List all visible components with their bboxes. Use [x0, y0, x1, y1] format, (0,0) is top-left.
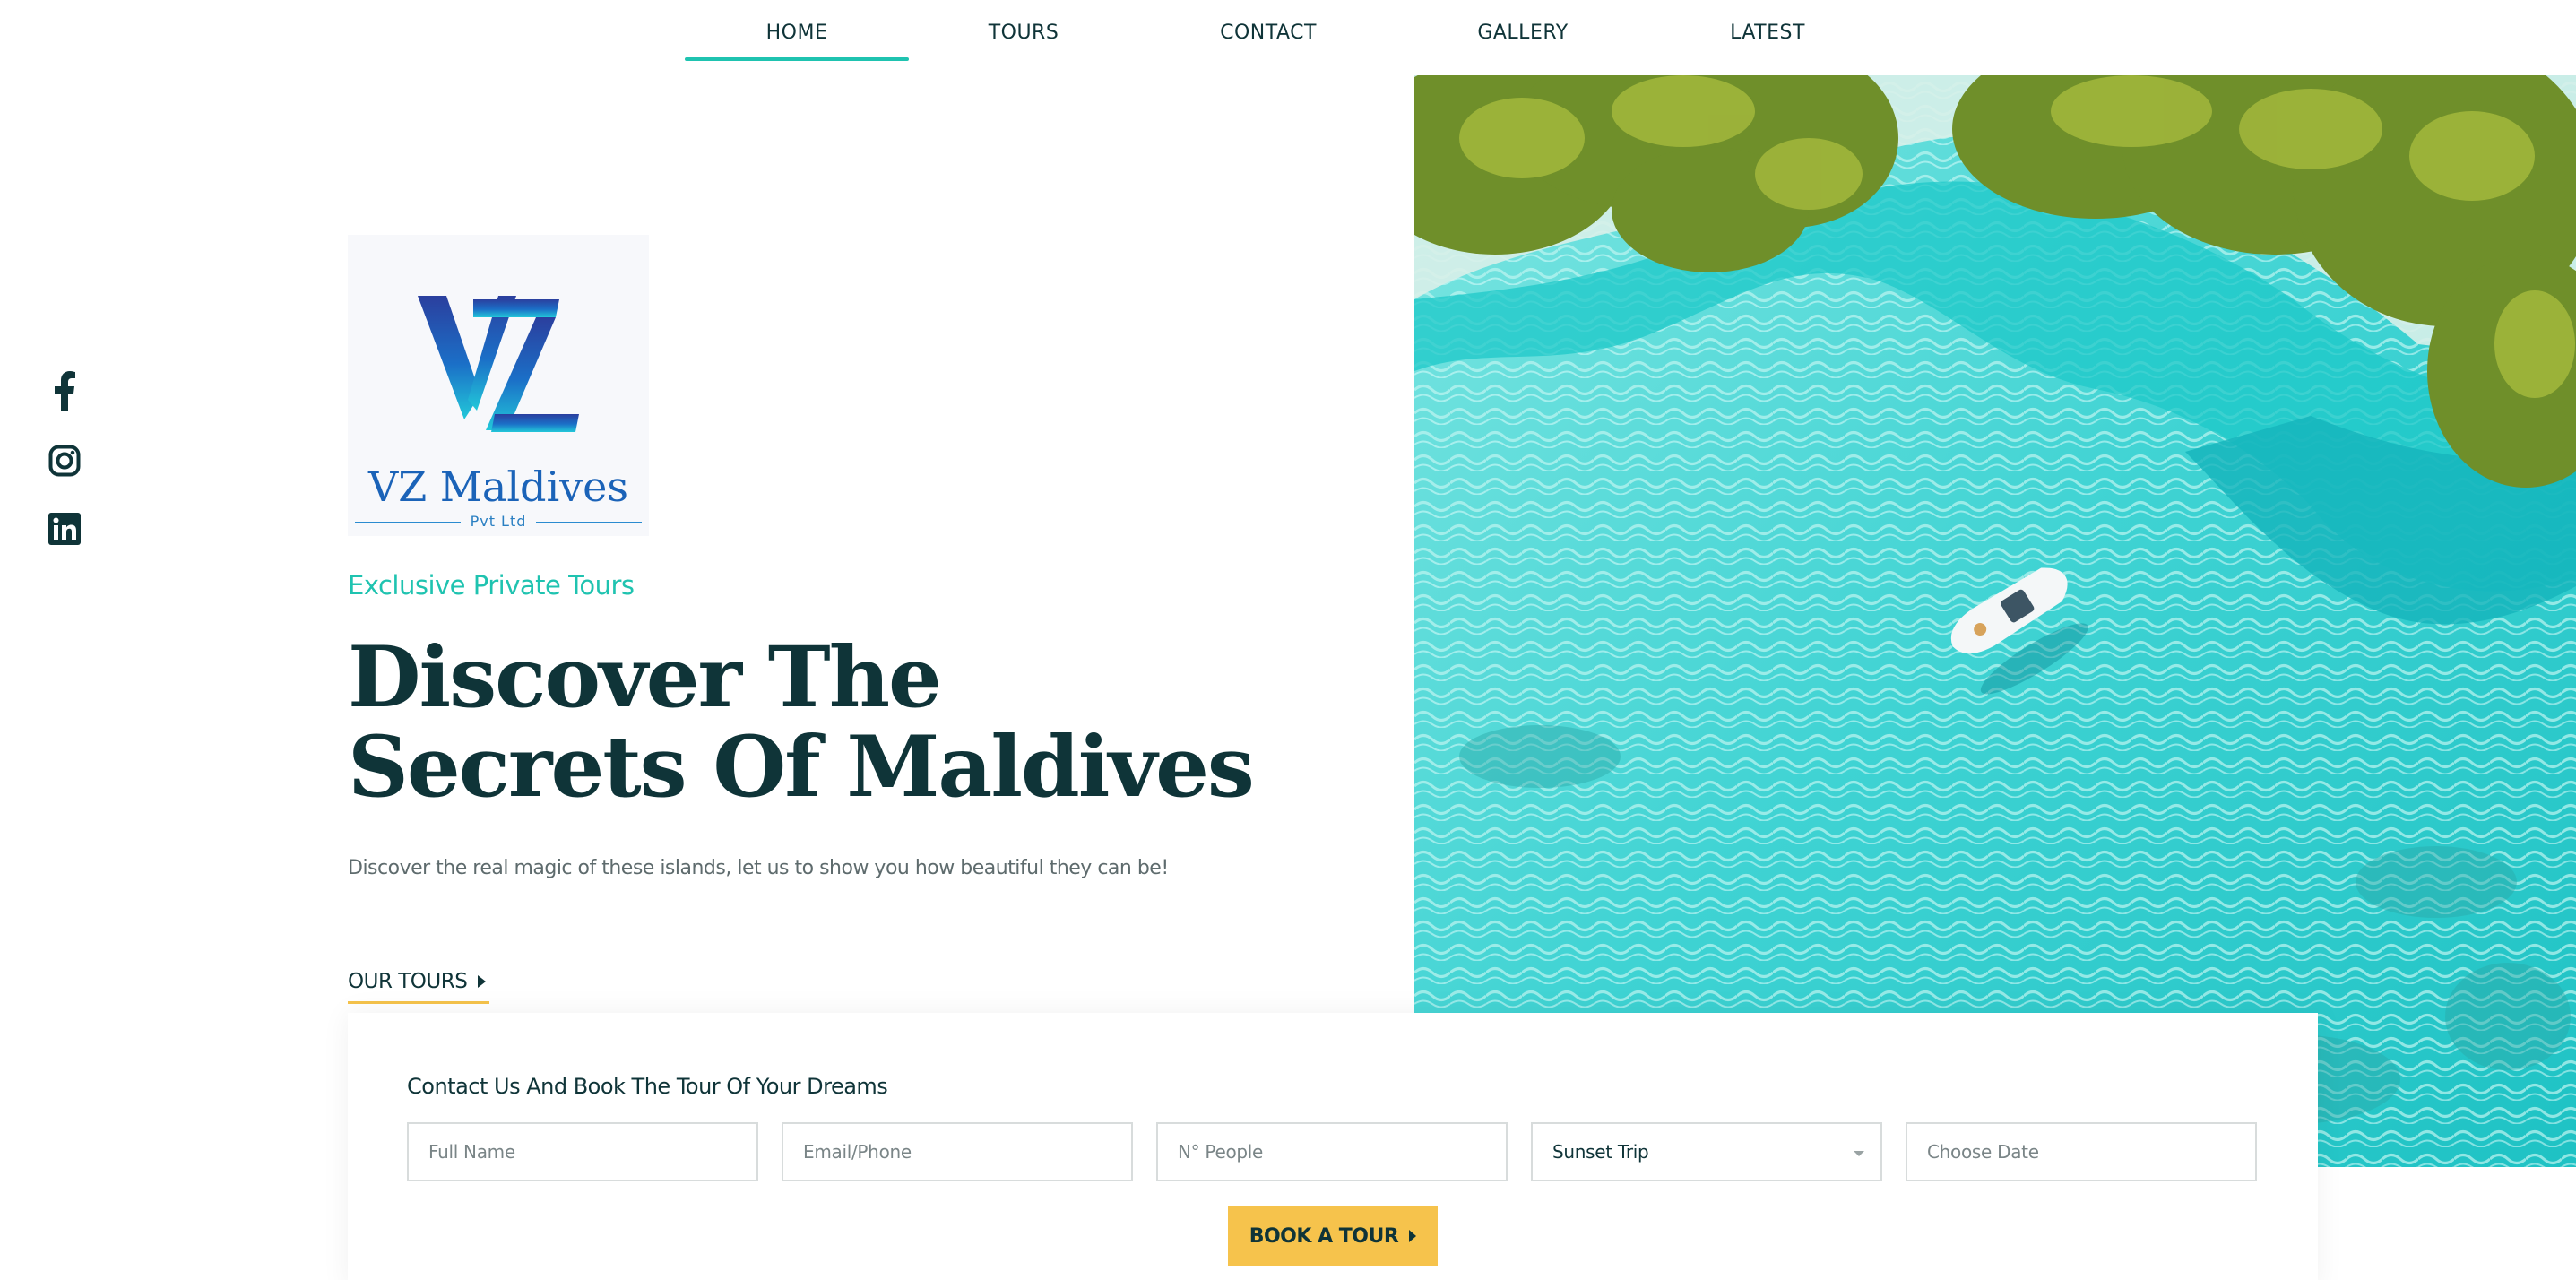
facebook-icon[interactable]	[45, 371, 84, 411]
book-tour-button[interactable]: BOOK A TOUR	[1228, 1206, 1438, 1266]
nav-home[interactable]: HOME	[685, 22, 909, 61]
nav-tours[interactable]: TOURS	[970, 22, 1077, 61]
full-name-placeholder: Full Name	[428, 1141, 515, 1163]
play-triangle-icon	[478, 975, 487, 988]
top-nav: HOME TOURS CONTACT GALLERY LATEST	[0, 0, 2576, 72]
our-tours-link[interactable]: OUR TOURS	[348, 970, 490, 1004]
linkedin-icon[interactable]	[45, 509, 84, 549]
instagram-icon[interactable]	[45, 441, 84, 480]
logo-name: VZ Maldives	[367, 463, 628, 511]
book-tour-label: BOOK A TOUR	[1249, 1224, 1399, 1248]
nav-latest[interactable]: LATEST	[1716, 22, 1820, 61]
chevron-down-icon	[1854, 1151, 1864, 1156]
email-phone-input[interactable]: Email/Phone	[782, 1122, 1133, 1181]
hero-headline: Discover The Secrets Of Maldives	[348, 633, 1334, 812]
email-phone-placeholder: Email/Phone	[803, 1141, 912, 1163]
full-name-input[interactable]: Full Name	[407, 1122, 758, 1181]
nav-contact[interactable]: CONTACT	[1210, 22, 1327, 61]
nav-gallery[interactable]: GALLERY	[1465, 22, 1581, 61]
people-placeholder: N° People	[1178, 1141, 1264, 1163]
logo-subtitle: Pvt Ltd	[470, 513, 527, 530]
headline-line-1: Discover The	[348, 628, 942, 727]
hero-image	[1414, 75, 2576, 1167]
play-triangle-icon	[1409, 1230, 1417, 1242]
trip-selected-value: Sunset Trip	[1552, 1141, 1649, 1163]
trip-select[interactable]: Sunset Trip	[1531, 1122, 1882, 1181]
vz-monogram	[418, 296, 579, 432]
booking-title: Contact Us And Book The Tour Of Your Dre…	[407, 1074, 888, 1099]
our-tours-label: OUR TOURS	[348, 970, 468, 993]
date-placeholder: Choose Date	[1927, 1141, 2039, 1163]
headline-line-2: Secrets Of Maldives	[348, 718, 1255, 817]
hero-description: Discover the real magic of these islands…	[348, 857, 1169, 879]
people-count-input[interactable]: N° People	[1156, 1122, 1508, 1181]
date-input[interactable]: Choose Date	[1906, 1122, 2257, 1181]
booking-card: Contact Us And Book The Tour Of Your Dre…	[348, 1013, 2318, 1280]
hero-eyebrow: Exclusive Private Tours	[348, 570, 635, 601]
company-logo[interactable]: VZ Maldives Pvt Ltd	[348, 235, 649, 536]
